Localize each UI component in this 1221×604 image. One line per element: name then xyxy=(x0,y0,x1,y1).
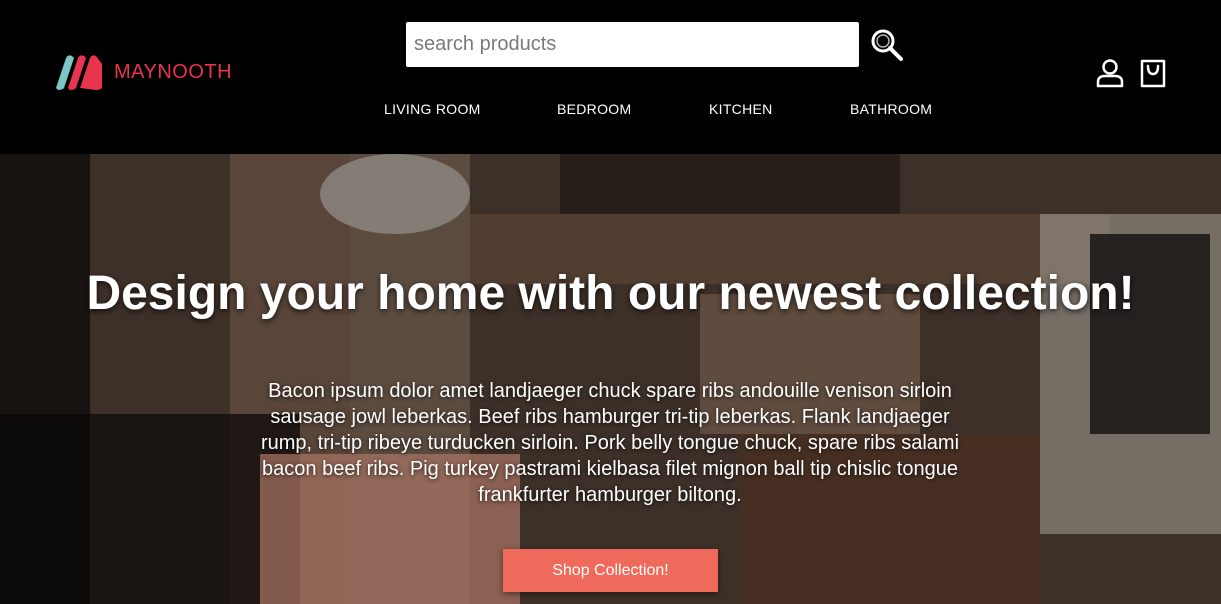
search-icon[interactable] xyxy=(870,28,904,62)
user-icon[interactable] xyxy=(1096,58,1124,88)
brand-logo[interactable]: MAYNOOTH xyxy=(54,54,232,90)
hero-title: Design your home with our newest collect… xyxy=(86,267,1135,320)
nav-item-living-room[interactable]: LIVING ROOM xyxy=(384,101,481,117)
shop-collection-button[interactable]: Shop Collection! xyxy=(503,549,718,592)
hero-description: Bacon ipsum dolor amet landjaeger chuck … xyxy=(260,380,960,506)
shopping-bag-icon[interactable] xyxy=(1139,58,1167,88)
hero-banner: Design your home with our newest collect… xyxy=(0,154,1221,604)
logo-mark-icon xyxy=(56,55,102,90)
brand-name: MAYNOOTH xyxy=(114,60,233,83)
site-header: MAYNOOTH LIVING ROOM BEDROOM KITCHEN BAT… xyxy=(0,0,1221,154)
nav-item-bathroom[interactable]: BATHROOM xyxy=(850,101,932,117)
main-nav: LIVING ROOM BEDROOM KITCHEN BATHROOM xyxy=(0,101,1221,121)
nav-item-kitchen[interactable]: KITCHEN xyxy=(709,101,773,117)
search-input[interactable] xyxy=(406,22,859,67)
nav-item-bedroom[interactable]: BEDROOM xyxy=(557,101,631,117)
